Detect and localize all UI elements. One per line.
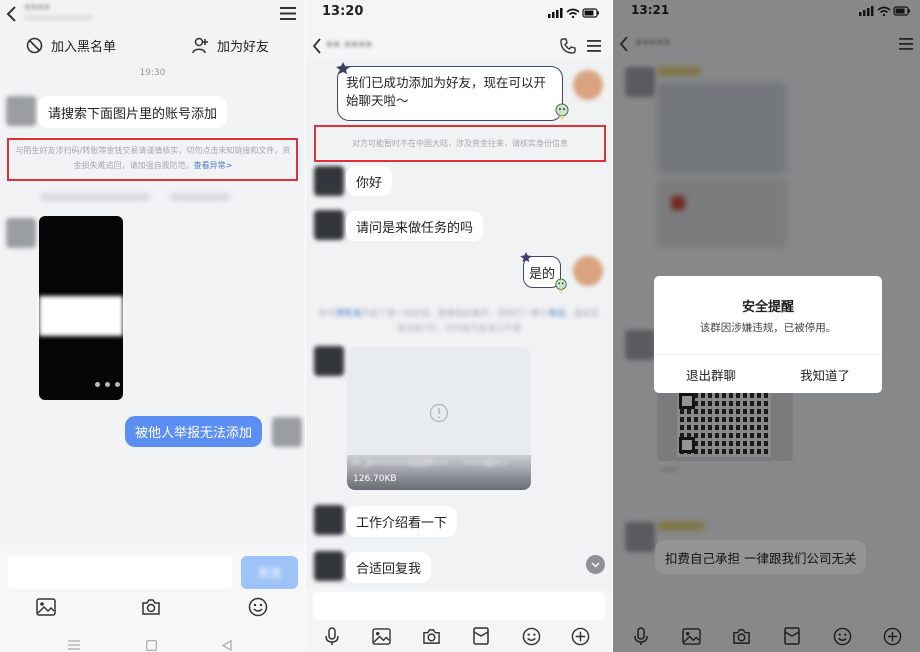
message-bubble[interactable]: 请问是来做任务的吗: [346, 211, 484, 241]
block-icon: [26, 37, 43, 54]
image-message[interactable]: [39, 216, 123, 400]
file-name: f•_0•••••••024ff••• ... ••••4b•.•: [353, 459, 509, 469]
plus-icon[interactable]: [571, 627, 590, 646]
emoji-icon[interactable]: [248, 597, 268, 617]
avatar[interactable]: [314, 210, 344, 240]
chat-panel-middle: 13:20 •• •••• 我们已成功添加为好友，现在可以开始聊天啦～ 对方可能…: [306, 0, 612, 652]
view-anomaly-link[interactable]: 查看异常>: [194, 161, 233, 170]
file-message[interactable]: f•_0•••••••024ff••• ... ••••4b•.• 126.70…: [347, 347, 531, 490]
back-icon[interactable]: [6, 5, 18, 23]
got-it-button[interactable]: 我知道了: [768, 355, 882, 393]
message-input[interactable]: [313, 592, 605, 620]
security-warning: 与陌生好友涉扫码/转账等金钱交易请谨慎核实，切勿点击未知链接和文件，资金损失难追…: [12, 143, 294, 173]
scroll-down-icon[interactable]: [586, 555, 605, 574]
contact-name: •• ••••: [326, 38, 373, 52]
blurred-text: [170, 194, 230, 200]
avatar[interactable]: [6, 218, 36, 248]
menu-icon[interactable]: [280, 7, 296, 20]
blacklist-label: 加入黑名单: [51, 40, 117, 55]
system-note: 你与预死鬼开启了第一句对话，故事就此展开，进你们一颗小幸运，连续互发消息7天，可…: [316, 307, 602, 337]
contact-name: ••••: [24, 1, 50, 14]
timestamp: 19:30: [139, 68, 166, 78]
nav-menu-icon[interactable]: [68, 640, 80, 650]
image-icon[interactable]: [372, 628, 391, 645]
dialog-title: 安全提醒: [741, 300, 794, 315]
red-packet-icon[interactable]: [473, 627, 489, 645]
menu-icon[interactable]: [587, 40, 601, 52]
message-bubble[interactable]: 你好: [346, 166, 393, 196]
message-text: 合适回复我: [356, 562, 422, 577]
add-friend-button[interactable]: 加为好友: [192, 36, 269, 55]
status-time: 13:20: [322, 4, 364, 19]
chat-panel-left: •••• ••••••••••••• 加入黑名单 加为好友 19:30 请搜索下…: [0, 0, 305, 652]
camera-icon[interactable]: [141, 598, 161, 616]
message-text: 被他人举报无法添加: [135, 426, 253, 441]
chat-panel-right: 13:21 ••••• ••• 扣费自己承担 一律跟我们公司无关 安全提醒 该群…: [613, 0, 920, 652]
sticker-decoration-icon: [336, 62, 350, 74]
sticker-decoration-icon: [520, 252, 532, 262]
avatar-self[interactable]: [573, 70, 603, 100]
greeting-bubble[interactable]: 我们已成功添加为好友，现在可以开始聊天啦～: [337, 66, 563, 121]
phone-icon[interactable]: [560, 38, 576, 54]
sticker-decoration-icon: [554, 103, 570, 121]
microphone-icon[interactable]: [325, 627, 339, 646]
exit-group-label: 退出群聊: [685, 367, 736, 383]
send-button[interactable]: 发送: [241, 556, 298, 589]
blacklist-button[interactable]: 加入黑名单: [26, 36, 116, 55]
security-alert-dialog: 安全提醒 该群因涉嫌违规，已被停用。 退出群聊 我知道了: [654, 276, 882, 393]
avatar[interactable]: [314, 346, 344, 376]
avatar[interactable]: [314, 505, 344, 535]
avatar-self[interactable]: [272, 417, 302, 447]
message-text: 工作介绍看一下: [356, 516, 448, 531]
blurred-text: [40, 194, 150, 200]
message-text: 你好: [356, 175, 383, 191]
system-note-name[interactable]: 预死鬼: [336, 309, 362, 319]
exit-group-button[interactable]: 退出群聊: [654, 355, 768, 393]
message-text: 请搜索下面图片里的账号添加: [48, 106, 218, 122]
message-bubble-self[interactable]: 被他人举报无法添加: [125, 416, 263, 447]
contact-subtitle: •••••••••••••: [24, 14, 94, 24]
avatar[interactable]: [314, 166, 344, 196]
system-note-link[interactable]: 幸运: [548, 309, 565, 319]
image-content: [39, 296, 123, 336]
nav-home-icon[interactable]: [146, 640, 157, 651]
message-text: 我们已成功添加为好友，现在可以开始聊天啦～: [346, 75, 547, 108]
dialog-message: 该群因涉嫌违规，已被停用。: [699, 322, 837, 334]
message-input[interactable]: [8, 556, 232, 589]
security-warning: 对方可能暂时不在中国大陆，涉及资金往来，请核实身份信息: [352, 139, 568, 148]
more-dots-icon: [95, 382, 120, 387]
send-label: 发送: [257, 566, 282, 580]
status-icons: [548, 8, 600, 18]
warning-text: 与陌生好友涉扫码/转账等金钱交易请谨慎核实，切勿点击未知链接和文件，资金损失难追…: [15, 146, 291, 170]
avatar-self[interactable]: [573, 256, 603, 286]
avatar[interactable]: [314, 551, 344, 581]
nav-back-icon[interactable]: [222, 640, 232, 651]
camera-icon[interactable]: [422, 628, 441, 645]
chat-header: •••• •••••••••••••: [0, 0, 305, 28]
image-icon[interactable]: [36, 598, 56, 616]
got-it-label: 我知道了: [799, 367, 850, 383]
back-icon[interactable]: [312, 38, 322, 54]
system-note-text: 你与: [318, 309, 336, 319]
system-note-text: 开启了第一句对话，故事就此展开，进你们一颗小: [361, 309, 549, 319]
file-placeholder-icon: [429, 403, 449, 423]
add-user-icon: [192, 37, 209, 54]
message-bubble[interactable]: 合适回复我: [346, 552, 432, 583]
message-bubble[interactable]: 请搜索下面图片里的账号添加: [38, 96, 228, 128]
message-text: 是的: [528, 266, 555, 282]
sticker-decoration-icon: [554, 278, 568, 294]
avatar[interactable]: [6, 96, 36, 126]
message-text: 请问是来做任务的吗: [356, 220, 474, 236]
file-size: 126.70KB: [353, 474, 397, 484]
message-bubble[interactable]: 工作介绍看一下: [346, 506, 458, 537]
add-friend-label: 加为好友: [217, 40, 270, 55]
emoji-icon[interactable]: [522, 627, 541, 646]
